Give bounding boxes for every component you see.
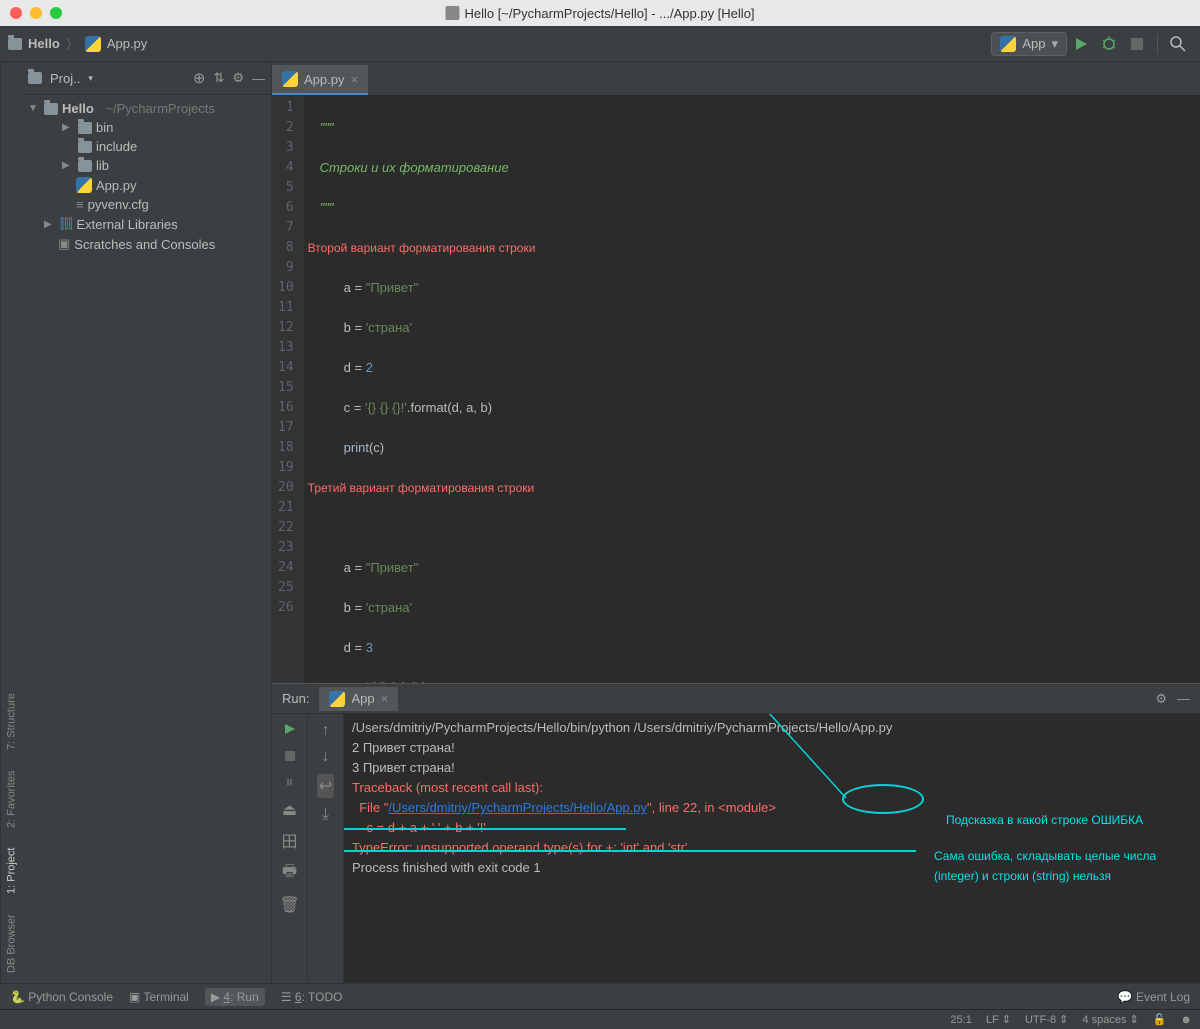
folder-icon — [28, 72, 42, 84]
caret-position[interactable]: 25:1 — [950, 1014, 971, 1026]
python-icon — [1000, 36, 1016, 52]
window-controls — [0, 7, 62, 19]
python-icon — [85, 36, 101, 52]
editor-tab-app[interactable]: App.py × — [272, 65, 368, 95]
breadcrumb: Hello 〉 App.py — [8, 34, 147, 53]
hint-1: Подсказка в какой строке ОШИБКА — [946, 810, 1143, 830]
bottom-tool-stripe: 🐍 Python Console ▣ Terminal ▶ 4: Run ☰ 6… — [0, 983, 1200, 1009]
scroll-button[interactable]: ⤓ — [322, 806, 329, 824]
wrap-button[interactable]: ↩ — [317, 774, 334, 798]
run-toolbar-2: ↑ ↓ ↩ ⤓ — [308, 714, 344, 983]
zoom-window-button[interactable] — [50, 7, 62, 19]
run-tab[interactable]: ▶ 4: Run — [205, 988, 265, 1006]
favorites-tab[interactable]: 2: Favorites — [6, 770, 18, 827]
editor: App.py × 1 2 3 4 5 6 7 8 9 10 11 12 13 1… — [272, 62, 1200, 983]
db-browser-tab[interactable]: DB Browser — [6, 914, 18, 973]
close-tab-icon[interactable]: × — [350, 72, 358, 87]
gear-icon[interactable]: ⚙ — [1155, 691, 1167, 707]
gear-icon[interactable]: ⚙ — [232, 70, 244, 86]
encoding[interactable]: UTF-8 ⇕ — [1025, 1013, 1068, 1026]
console-output[interactable]: /Users/dmitriy/PycharmProjects/Hello/bin… — [344, 714, 1200, 983]
rerun-button[interactable] — [284, 722, 296, 740]
traceback-file-link[interactable]: /Users/dmitriy/PycharmProjects/Hello/App… — [388, 800, 647, 815]
editor-tabs: App.py × — [272, 62, 1200, 95]
tree-scratches[interactable]: ▣Scratches and Consoles — [22, 234, 271, 254]
tree-folder-bin[interactable]: ▶bin — [22, 118, 271, 137]
run-tab[interactable]: App × — [319, 687, 398, 711]
run-label: Run: — [282, 691, 309, 706]
tree-folder-include[interactable]: include — [22, 137, 271, 156]
readonly-icon[interactable]: 🔓 — [1153, 1013, 1167, 1026]
project-pane: Proj..▾ ⊕ ⇅ ⚙ — ▼Hello ~/PycharmProjects… — [22, 62, 272, 983]
tree-folder-lib[interactable]: ▶lib — [22, 156, 271, 175]
annotation-1: Второй вариант форматирования строки — [308, 241, 536, 255]
trash-button[interactable]: 🗑 — [279, 895, 299, 915]
app-icon — [445, 6, 459, 20]
run-toolbar-1: ⏸ ⏏ 田 🖶 🗑 — [272, 714, 308, 983]
down-button[interactable]: ↓ — [322, 748, 330, 766]
exit-button[interactable]: ⏏ — [282, 800, 297, 820]
todo-tab[interactable]: ☰ 6: TODO — [281, 990, 343, 1004]
run-config-selector[interactable]: App ▾ — [991, 32, 1067, 56]
python-icon — [329, 691, 345, 707]
code-text[interactable]: """ Строки и их форматирование """ Второ… — [304, 95, 1200, 683]
folder-icon — [8, 38, 22, 50]
hide-icon[interactable]: — — [252, 71, 265, 86]
pause-button[interactable]: ⏸ — [285, 774, 293, 792]
up-button[interactable]: ↑ — [322, 722, 330, 740]
main-toolbar: Hello 〉 App.py App ▾ — [0, 26, 1200, 62]
tree-file-app[interactable]: App.py — [22, 175, 271, 195]
tree-file-pyvenv[interactable]: ≡pyvenv.cfg — [22, 195, 271, 214]
layout-button[interactable]: 田 — [281, 828, 297, 852]
minimize-window-button[interactable] — [30, 7, 42, 19]
print-button[interactable]: 🖶 — [282, 860, 297, 887]
python-console-tab[interactable]: 🐍 Python Console — [10, 990, 113, 1004]
line-ending[interactable]: LF ⇕ — [986, 1013, 1011, 1026]
project-tool-tab[interactable]: 1: Project — [6, 848, 18, 894]
tree-external-libs[interactable]: ▶⫿⫿⫿External Libraries — [22, 214, 271, 234]
search-button[interactable] — [1164, 30, 1192, 58]
stop-button[interactable] — [1123, 30, 1151, 58]
left-tool-stripe: DB Browser 1: Project 2: Favorites 7: St… — [0, 62, 22, 983]
python-icon — [282, 71, 298, 87]
annotation-2: Третий вариант форматирования строки — [308, 481, 535, 495]
status-bar: 25:1 LF ⇕ UTF-8 ⇕ 4 spaces ⇕ 🔓 ☻ — [0, 1009, 1200, 1029]
close-icon[interactable]: × — [381, 691, 389, 706]
window-title: Hello [~/PycharmProjects/Hello] - .../Ap… — [445, 6, 754, 21]
code-area[interactable]: 1 2 3 4 5 6 7 8 9 10 11 12 13 14 15 16 1… — [272, 95, 1200, 683]
breadcrumb-file[interactable]: App.py — [107, 36, 147, 51]
locate-icon[interactable]: ⊕ — [193, 69, 206, 87]
inspection-icon[interactable]: ☻ — [1180, 1014, 1192, 1026]
project-pane-title[interactable]: Proj.. — [50, 71, 80, 86]
close-window-button[interactable] — [10, 7, 22, 19]
event-log-button[interactable]: 💬 Event Log — [1118, 990, 1190, 1004]
debug-button[interactable] — [1095, 30, 1123, 58]
hint-2: Сама ошибка, складывать целые числа (int… — [934, 846, 1200, 886]
run-tool-window: Run: App × ⚙ — ⏸ ⏏ 田 🖶 🗑 — [272, 683, 1200, 983]
stop-button[interactable] — [285, 748, 295, 766]
terminal-tab[interactable]: ▣ Terminal — [129, 990, 189, 1004]
indent[interactable]: 4 spaces ⇕ — [1082, 1013, 1138, 1026]
tree-root[interactable]: ▼Hello ~/PycharmProjects — [22, 99, 271, 118]
hide-icon[interactable]: — — [1177, 691, 1190, 706]
structure-tab[interactable]: 7: Structure — [6, 694, 18, 751]
breadcrumb-project[interactable]: Hello — [28, 36, 60, 51]
titlebar: Hello [~/PycharmProjects/Hello] - .../Ap… — [0, 0, 1200, 26]
run-button[interactable] — [1067, 30, 1095, 58]
collapse-icon[interactable]: ⇅ — [213, 70, 224, 86]
line-gutter: 1 2 3 4 5 6 7 8 9 10 11 12 13 14 15 16 1… — [272, 95, 304, 683]
